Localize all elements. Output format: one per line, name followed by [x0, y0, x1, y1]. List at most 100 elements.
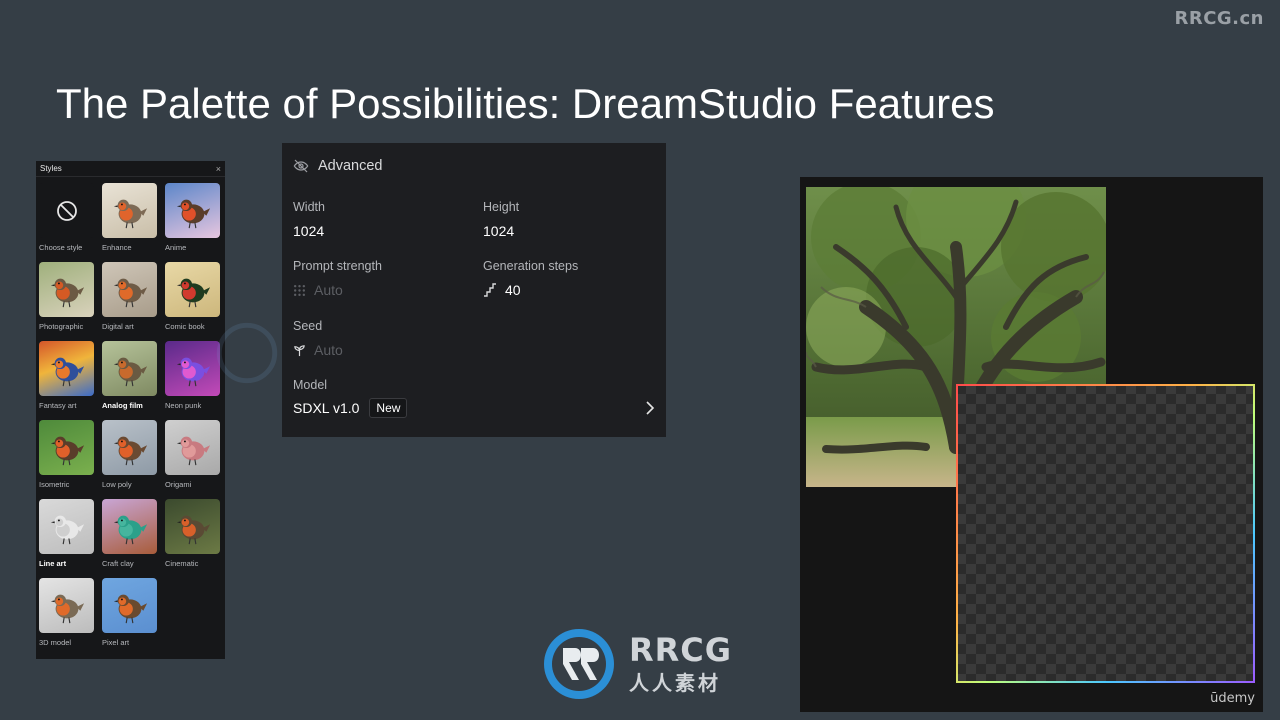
style-label: 3D model	[39, 638, 72, 647]
generation-steps-control[interactable]: 40	[483, 282, 578, 298]
style-label: Neon punk	[165, 401, 202, 410]
bird-icon	[113, 436, 147, 465]
rrcg-logo: RRCG 人人素材	[541, 626, 741, 702]
bird-icon	[113, 199, 147, 228]
styles-grid: Choose style Enhance Anime Photographic Digi…	[36, 177, 225, 657]
prompt-strength-value: Auto	[314, 282, 343, 298]
udemy-logo: ūdemy	[1210, 691, 1255, 706]
bird-icon	[176, 357, 210, 386]
width-value[interactable]: 1024	[293, 223, 325, 239]
style-thumbnail	[165, 420, 220, 475]
outpaint-frame[interactable]	[956, 384, 1255, 683]
seed-label: Seed	[293, 319, 323, 333]
model-value: SDXL v1.0	[293, 400, 360, 416]
style-thumbnail	[39, 341, 94, 396]
model-field[interactable]: Model SDXL v1.0 New	[293, 378, 408, 418]
style-label: Pixel art	[102, 638, 130, 647]
styles-title: Styles	[40, 164, 62, 173]
bird-icon	[113, 515, 147, 544]
style-thumbnail	[102, 499, 157, 554]
slide-title: The Palette of Possibilities: DreamStudi…	[56, 80, 995, 127]
generation-steps-field[interactable]: Generation steps 40	[483, 259, 578, 298]
style-label: Fantasy art	[39, 401, 77, 410]
style-label: Craft clay	[102, 559, 134, 568]
watermark-top: RRCG.cn	[1174, 8, 1264, 29]
height-value[interactable]: 1024	[483, 223, 519, 239]
canvas-panel[interactable]: ūdemy	[800, 177, 1263, 712]
no-style-icon	[56, 200, 77, 221]
style-option-neon[interactable]: Neon punk	[165, 341, 221, 420]
bird-icon	[50, 357, 84, 386]
style-thumbnail	[39, 420, 94, 475]
width-label: Width	[293, 200, 325, 214]
style-option-anime[interactable]: Anime	[165, 183, 221, 262]
style-label: Analog film	[102, 401, 143, 410]
style-option-digital[interactable]: Digital art	[102, 262, 158, 341]
faint-logo-icon	[216, 322, 278, 384]
generation-steps-value: 40	[505, 282, 521, 298]
bird-icon	[113, 357, 147, 386]
advanced-title: Advanced	[318, 158, 383, 174]
new-badge: New	[369, 398, 408, 418]
style-thumbnail	[39, 499, 94, 554]
style-option-enhance[interactable]: Enhance	[102, 183, 158, 262]
chevron-right-icon[interactable]	[644, 401, 656, 415]
style-option-origami[interactable]: Origami	[165, 420, 221, 499]
width-field[interactable]: Width 1024	[293, 200, 325, 239]
grid-dots-icon	[293, 284, 306, 296]
style-thumbnail	[39, 578, 94, 633]
bird-icon	[50, 594, 84, 623]
bird-icon	[176, 436, 210, 465]
style-label: Cinematic	[165, 559, 199, 568]
style-thumbnail	[102, 341, 157, 396]
bird-icon	[176, 278, 210, 307]
seed-control[interactable]: Auto	[293, 342, 343, 358]
style-option-photographic[interactable]: Photographic	[39, 262, 95, 341]
prompt-strength-field[interactable]: Prompt strength Auto	[293, 259, 382, 298]
style-option-isometric[interactable]: Isometric	[39, 420, 95, 499]
style-thumbnail	[102, 262, 157, 317]
seed-value: Auto	[314, 342, 343, 358]
style-thumbnail	[39, 262, 94, 317]
bird-icon	[50, 436, 84, 465]
advanced-header[interactable]: Advanced	[293, 158, 383, 174]
logo-text-bottom: 人人素材	[629, 670, 721, 695]
style-thumbnail	[165, 183, 220, 238]
sprout-icon	[294, 344, 305, 356]
seed-field[interactable]: Seed Auto	[293, 319, 343, 358]
style-option-lineart[interactable]: Line art	[39, 499, 95, 578]
style-label: Line art	[39, 559, 67, 568]
height-label: Height	[483, 200, 520, 214]
style-label: Low poly	[102, 480, 132, 489]
bird-icon	[113, 594, 147, 623]
style-thumbnail	[39, 183, 94, 238]
style-label: Photographic	[39, 322, 84, 331]
style-option-none[interactable]: Choose style	[39, 183, 95, 262]
style-option-model3d[interactable]: 3D model	[39, 578, 95, 657]
prompt-strength-control[interactable]: Auto	[293, 282, 382, 298]
style-option-fantasy[interactable]: Fantasy art	[39, 341, 95, 420]
bird-icon	[50, 278, 84, 307]
style-thumbnail	[165, 341, 220, 396]
model-selector[interactable]: SDXL v1.0 New	[293, 398, 408, 418]
close-icon[interactable]: ×	[216, 164, 221, 174]
rrcg-logo-icon	[544, 629, 614, 699]
style-thumbnail	[102, 578, 157, 633]
style-label: Origami	[165, 480, 192, 489]
logo-text: RRCG 人人素材	[629, 633, 732, 696]
model-label: Model	[293, 378, 328, 392]
style-option-comic[interactable]: Comic book	[165, 262, 221, 341]
style-thumbnail	[165, 262, 220, 317]
style-option-lowpoly[interactable]: Low poly	[102, 420, 158, 499]
style-thumbnail	[165, 499, 220, 554]
style-option-clay[interactable]: Craft clay	[102, 499, 158, 578]
eye-off-icon	[293, 159, 309, 173]
style-option-cinematic[interactable]: Cinematic	[165, 499, 221, 578]
height-field[interactable]: Height 1024	[483, 200, 519, 239]
prompt-strength-label: Prompt strength	[293, 259, 382, 273]
style-option-analog[interactable]: Analog film	[102, 341, 158, 420]
faint-watermark	[216, 322, 278, 384]
style-option-pixel[interactable]: Pixel art	[102, 578, 158, 657]
bird-icon	[176, 199, 210, 228]
style-label: Anime	[165, 243, 187, 252]
